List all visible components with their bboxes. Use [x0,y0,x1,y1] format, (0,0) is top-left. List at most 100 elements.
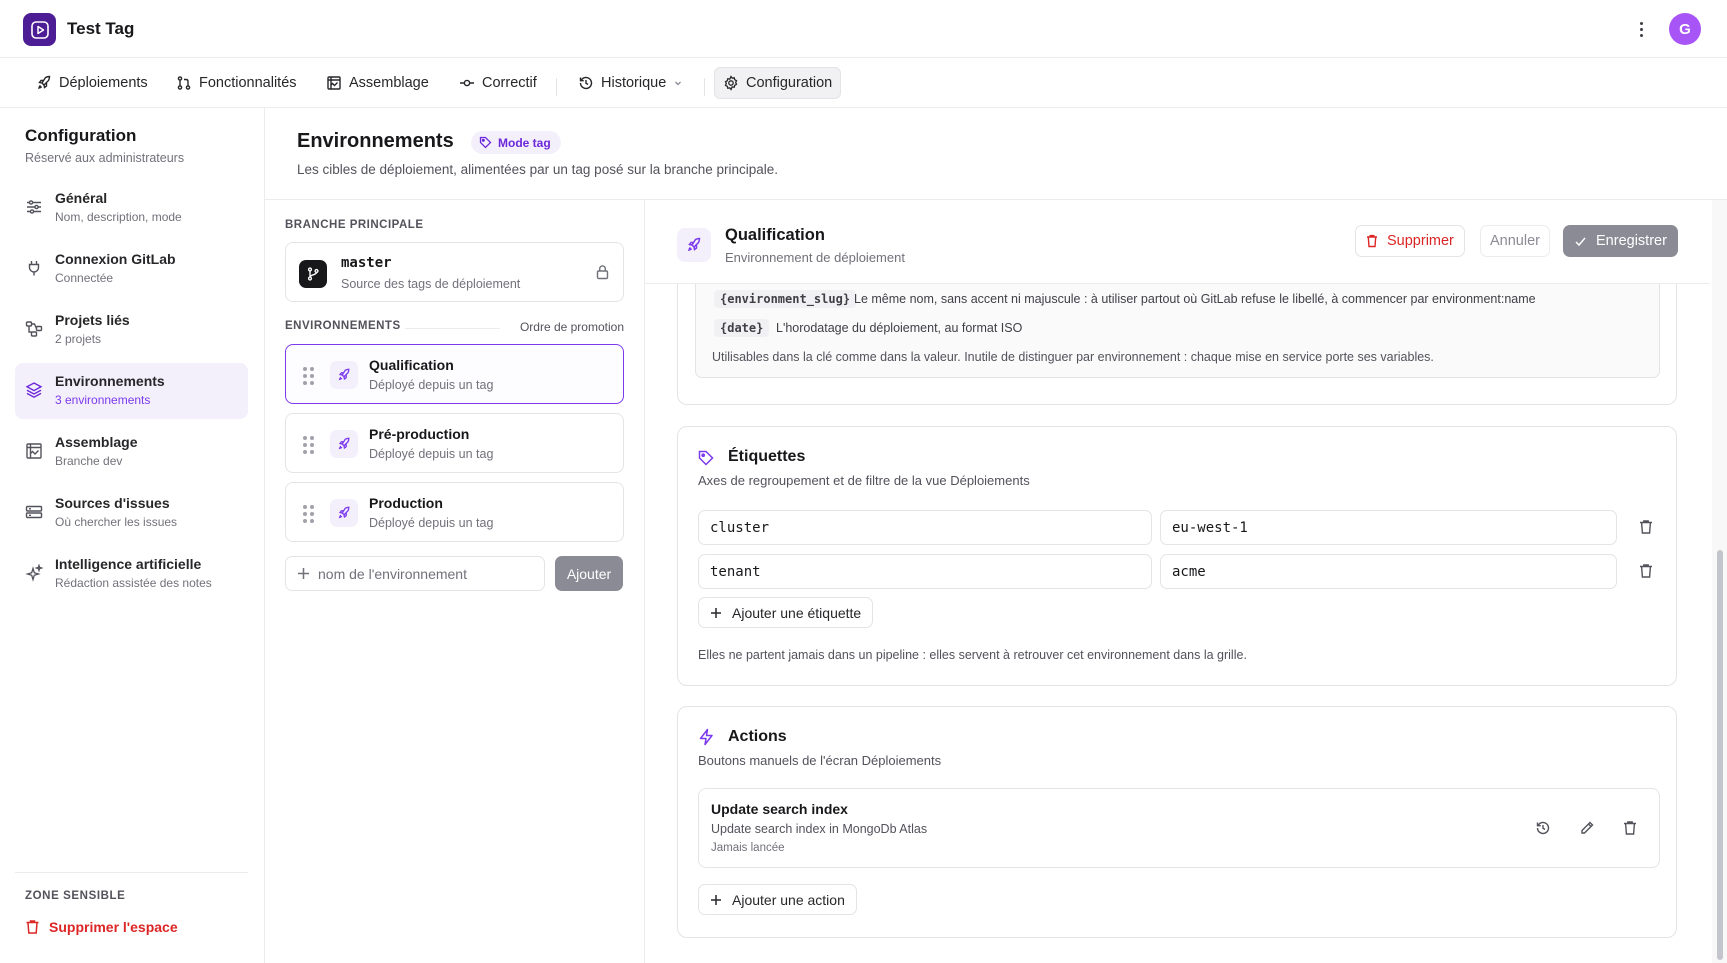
variable-code: {environment_slug} [714,290,857,308]
sidebar-item-sub: 3 environnements [55,393,151,407]
nav-deploiements[interactable]: Déploiements [28,67,156,99]
env-sub: Déployé depuis un tag [369,516,494,530]
cancel-button[interactable]: Annuler [1480,225,1550,257]
main-branch-label: BRANCHE PRINCIPALE [285,219,424,231]
more-menu-icon[interactable] [1632,16,1650,42]
rocket-icon [38,75,51,89]
danger-zone-title: ZONE SENSIBLE [25,890,126,902]
add-action-button[interactable]: Ajouter une action [698,884,857,915]
nav-label: Correctif [482,75,537,91]
action-title: Update search index [711,801,848,817]
rocket-icon [330,361,358,389]
network-icon [25,321,43,337]
label-key-input[interactable]: tenant [698,554,1152,589]
sidebar-item-projets[interactable]: Projets liés 2 projets [15,302,248,358]
delete-button[interactable]: Supprimer [1355,225,1465,257]
sidebar-item-sub: Connectée [55,271,114,285]
env-name: Pré-production [369,426,470,442]
detail-title: Qualification [725,226,825,244]
action-sub: Update search index in MongoDb Atlas [711,822,928,836]
sidebar-item-general[interactable]: Général Nom, description, mode [15,180,248,236]
sidebar-title: Configuration [25,126,137,145]
nav-label: Historique [601,75,667,91]
sidebar-item-sources[interactable]: Sources d'issues Où chercher les issues [15,485,248,541]
label-key-input[interactable]: cluster [698,510,1152,545]
sidebar-item-environnements[interactable]: Environnements 3 environnements [15,363,248,419]
tag-icon [698,450,714,466]
detail-subtitle: Environnement de déploiement [725,250,905,265]
actions-title: Actions [728,728,787,745]
env-card-qualification[interactable]: Qualification Déployé depuis un tag [285,344,624,404]
layers-icon [25,382,43,398]
tag-icon [479,136,492,149]
trash-icon [1367,234,1377,248]
save-label: Enregistrer [1596,233,1667,249]
environments-column: BRANCHE PRINCIPALE master Source des tag… [265,200,645,963]
sidebar-item-sub: Branche dev [55,454,123,468]
delete-space-link[interactable]: Supprimer l'espace [25,919,178,935]
drag-handle-icon[interactable] [303,505,314,523]
frame-icon [26,443,42,459]
sidebar-item-sub: 2 projets [55,332,102,346]
drag-handle-icon[interactable] [303,436,314,454]
rocket-icon [330,430,358,458]
rocket-icon [677,228,711,262]
label-value-input[interactable]: acme [1160,554,1617,589]
main-nav: Déploiements Fonctionnalités Assemblage … [0,58,1727,108]
sidebar-item-sub: Rédaction assistée des notes [55,576,212,590]
sidebar-item-label: Intelligence artificielle [55,556,202,572]
page-header: Environnements Mode tag Les cibles de dé… [265,108,1727,200]
nav-assemblage[interactable]: Assemblage [318,67,437,99]
action-meta: Jamais lancée [711,842,785,854]
app-logo[interactable] [23,13,56,46]
app-title: Test Tag [67,19,135,38]
sparkles-icon [25,564,43,582]
env-card-preproduction[interactable]: Pré-production Déployé depuis un tag [285,413,624,473]
nav-divider [556,78,557,96]
nav-label: Assemblage [349,75,429,91]
play-icon [30,20,49,39]
label-value-input[interactable]: eu-west-1 [1160,510,1617,545]
action-row: Update search index Update search index … [698,788,1660,868]
trash-icon[interactable] [1639,519,1653,535]
mode-badge-label: Mode tag [498,135,551,150]
server-icon [25,505,43,519]
scrollbar-thumb[interactable] [1717,550,1723,960]
trash-icon[interactable] [1639,563,1653,579]
trash-icon[interactable] [1623,820,1637,836]
labels-title: Étiquettes [728,448,806,465]
plug-icon [28,261,40,276]
sidebar-item-gitlab[interactable]: Connexion GitLab Connectée [15,241,248,297]
variable-code: {date} [714,319,770,337]
environments-label: ENVIRONNEMENTS [285,320,401,332]
env-sub: Déployé depuis un tag [369,447,494,461]
promotion-order-label: Ordre de promotion [519,320,624,334]
nav-historique[interactable]: Historique [570,67,691,99]
sidebar-item-assemblage[interactable]: Assemblage Branche dev [15,424,248,480]
sidebar-item-ia[interactable]: Intelligence artificielle Rédaction assi… [15,546,248,602]
save-button[interactable]: Enregistrer [1563,225,1678,257]
add-environment-button[interactable]: Ajouter [555,556,623,591]
pencil-icon[interactable] [1579,820,1595,836]
nav-fonctionnalites[interactable]: Fonctionnalités [168,67,305,99]
main-branch-card: master Source des tags de déploiement [285,242,624,302]
new-environment-input[interactable]: nom de l'environnement [285,556,545,591]
drag-handle-icon[interactable] [303,367,314,385]
frame-icon [327,76,341,90]
check-icon [1575,237,1586,246]
history-icon[interactable] [1535,820,1551,836]
env-sub: Déployé depuis un tag [369,378,494,392]
plus-icon [711,894,721,905]
env-name: Production [369,495,443,511]
add-label-button[interactable]: Ajouter une étiquette [698,597,874,628]
page-description: Les cibles de déploiement, alimentées pa… [297,162,779,177]
nav-configuration[interactable]: Configuration [714,67,842,99]
nav-label: Déploiements [59,75,148,91]
environment-detail-panel: Qualification Environnement de déploieme… [645,200,1710,963]
env-card-production[interactable]: Production Déployé depuis un tag [285,482,624,542]
sliders-icon [27,200,41,214]
nav-correctif[interactable]: Correctif [451,67,545,99]
avatar[interactable]: G [1669,13,1701,45]
variable-desc: Le même nom, sans accent ni majuscule : … [854,292,1536,306]
sidebar-item-label: Assemblage [55,434,138,450]
